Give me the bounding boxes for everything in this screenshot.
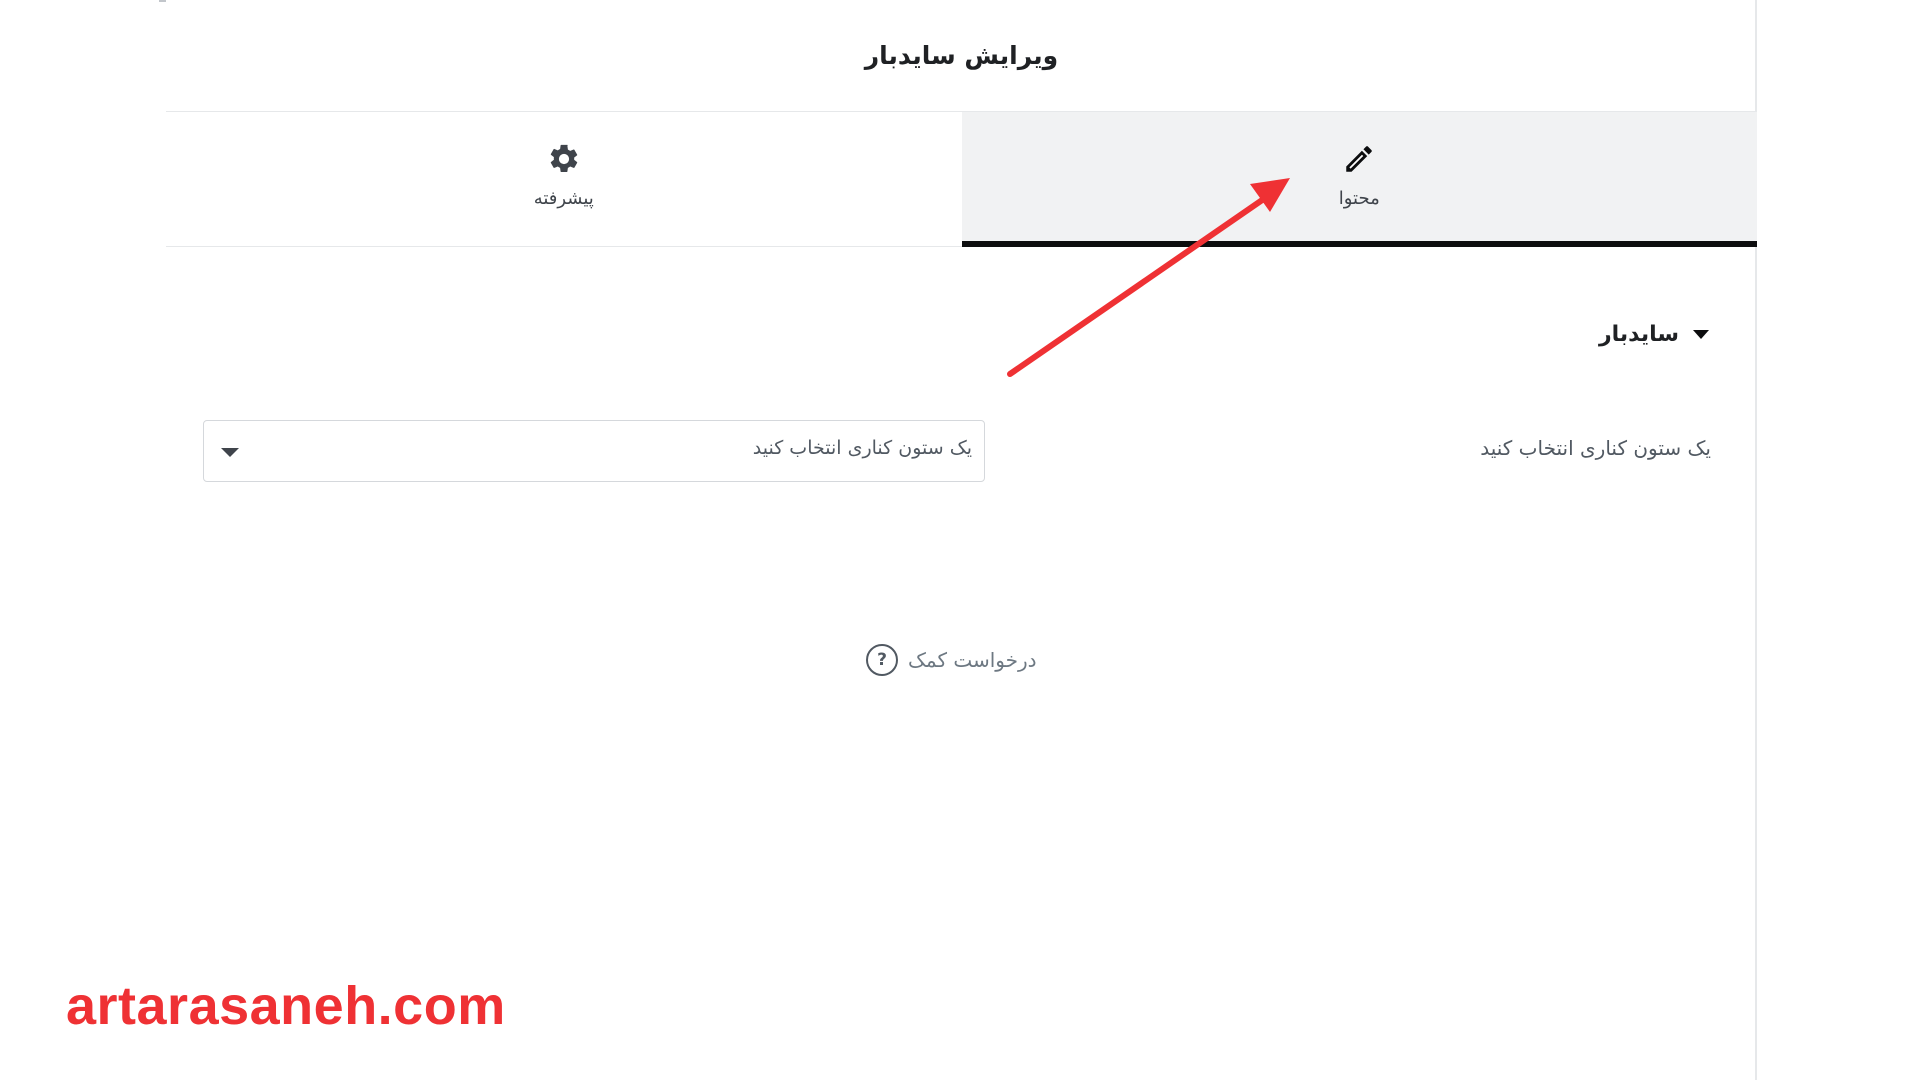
tab-content-label: محتوا (1338, 187, 1380, 209)
panel-tabs: پیشرفته محتوا (166, 112, 1757, 247)
section-title: سایدبار (1598, 322, 1679, 347)
sidebar-select-label: یک ستون کناری انتخاب کنید (1480, 436, 1711, 460)
sidebar-select[interactable]: یک ستون کناری انتخاب کنید (203, 420, 985, 482)
caret-down-icon (1693, 330, 1709, 339)
panel-header: ویرایش سایدبار (166, 0, 1757, 112)
help-link[interactable]: ? درخواست کمک (866, 644, 1037, 676)
tab-content[interactable]: محتوا (961, 112, 1757, 247)
pencil-icon (1342, 142, 1376, 176)
section-sidebar-toggle[interactable]: سایدبار (1599, 322, 1709, 347)
editor-panel: ویرایش سایدبار پیشرفته محتوا سایدبار یک … (166, 0, 1757, 1080)
gear-icon (547, 142, 581, 176)
page-title: ویرایش سایدبار (864, 41, 1059, 70)
sidebar-control-row: یک ستون کناری انتخاب کنید یک ستون کناری … (166, 420, 1757, 482)
tab-advanced[interactable]: پیشرفته (166, 112, 962, 246)
question-circle-icon: ? (866, 644, 898, 676)
screenshot-canvas: ویرایش سایدبار پیشرفته محتوا سایدبار یک … (0, 0, 1920, 1080)
select-caret-down-icon (221, 448, 239, 457)
help-label: درخواست کمک (908, 648, 1037, 672)
tab-advanced-label: پیشرفته (533, 187, 594, 209)
watermark-text: artarasaneh.com (66, 976, 506, 1036)
sidebar-select-value: یک ستون کناری انتخاب کنید (752, 437, 972, 459)
